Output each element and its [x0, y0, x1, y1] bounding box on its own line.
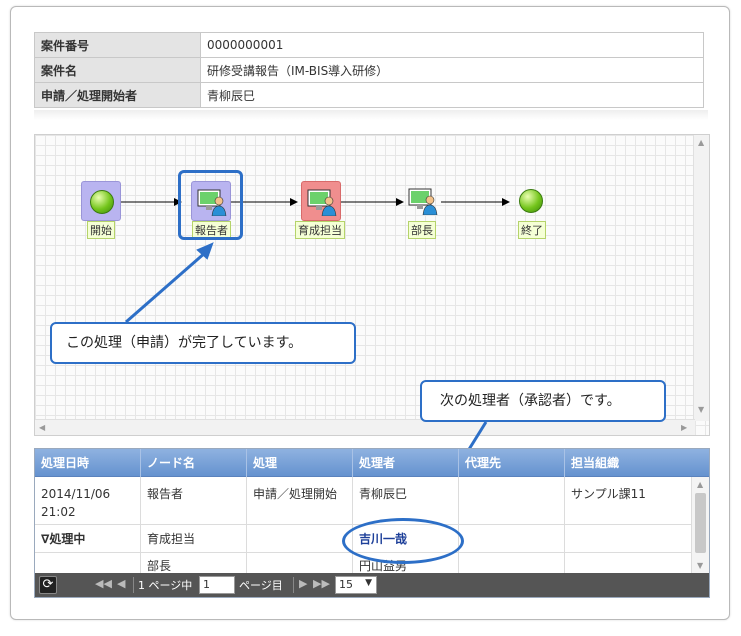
trainer-node-label: 育成担当 — [295, 221, 345, 239]
next-page-icon[interactable]: ▶ — [299, 577, 307, 590]
case-info-row: 案件番号 0000000001 — [34, 32, 704, 58]
cell-proxy — [459, 477, 565, 524]
prev-page-icon[interactable]: ◀ — [117, 577, 125, 590]
chevron-down-icon: ▼ — [365, 578, 372, 588]
cell-org: サンプル課11 — [571, 487, 646, 501]
case-info-row: 案件名 研修受講報告（IM-BIS導入研修） — [34, 57, 704, 83]
end-node-label: 終了 — [518, 221, 546, 239]
last-page-icon[interactable]: ▶▶ — [313, 577, 330, 590]
grid-vertical-scrollbar[interactable]: ▲ ▼ — [691, 477, 709, 573]
flow-vertical-scrollbar[interactable]: ▲ ▼ — [693, 135, 709, 421]
cell-org — [565, 525, 693, 552]
per-page-select[interactable]: 15 ▼ — [335, 576, 377, 594]
start-ball-icon — [90, 190, 114, 214]
pager-separator — [133, 577, 134, 593]
case-info-row: 申請／処理開始者 青柳辰巳 — [34, 82, 704, 108]
cell-action: 申請／処理開始 — [247, 477, 353, 524]
cell-proxy — [459, 525, 565, 552]
page-number-input[interactable]: 1 — [199, 576, 235, 594]
pager-separator — [293, 577, 294, 593]
callout-next: 次の処理者（承認者）です。 — [420, 380, 666, 422]
case-name-value: 研修受講報告（IM-BIS導入研修） — [200, 57, 704, 83]
scroll-down-icon[interactable]: ▼ — [698, 405, 704, 414]
col-node-header[interactable]: ノード名 — [141, 449, 247, 477]
trainer-node[interactable] — [301, 181, 341, 221]
grid-header: 処理日時 ノード名 処理 処理者 代理先 担当組織 — [35, 449, 709, 477]
applicant-label: 申請／処理開始者 — [34, 82, 201, 108]
col-org-header[interactable]: 担当組織 — [565, 449, 709, 477]
user-computer-icon — [408, 188, 438, 215]
flow-connectors — [121, 198, 510, 206]
cell-action — [247, 525, 353, 552]
case-info-table: 案件番号 0000000001 案件名 研修受講報告（IM-BIS導入研修） 申… — [34, 32, 704, 108]
scroll-up-icon[interactable]: ▲ — [698, 138, 704, 147]
divider — [34, 110, 708, 120]
cell-node: 育成担当 — [141, 525, 247, 552]
col-proxy-header[interactable]: 代理先 — [459, 449, 565, 477]
start-node[interactable] — [81, 181, 121, 221]
reporter-highlight — [178, 170, 243, 240]
next-approver-highlight — [342, 518, 464, 564]
case-name-label: 案件名 — [34, 57, 201, 83]
per-page-value: 15 — [339, 578, 353, 591]
col-user-header[interactable]: 処理者 — [353, 449, 459, 477]
page-suffix-label: ページ目 — [239, 579, 283, 592]
scroll-right-icon[interactable]: ▶ — [681, 423, 687, 432]
col-date-header[interactable]: 処理日時 — [35, 449, 141, 477]
end-node[interactable] — [511, 181, 551, 221]
cell-user: 青柳辰巳 — [353, 477, 459, 524]
case-number-value: 0000000001 — [200, 32, 704, 58]
col-action-header[interactable]: 処理 — [247, 449, 353, 477]
cell-date[interactable]: ∇処理中 — [35, 525, 141, 552]
applicant-value: 青柳辰巳 — [200, 82, 704, 108]
scroll-thumb[interactable] — [695, 493, 706, 553]
cell-date: 2014/11/06 21:02 — [35, 477, 141, 524]
start-node-label: 開始 — [87, 221, 115, 239]
case-number-label: 案件番号 — [34, 32, 201, 58]
scroll-left-icon[interactable]: ◀ — [39, 423, 45, 432]
grid-pager: ⟳ ◀◀ ◀ 1 ページ中 1 ページ目 ▶ ▶▶ 15 ▼ — [35, 573, 709, 597]
manager-node[interactable] — [403, 181, 443, 221]
cell-node: 報告者 — [141, 477, 247, 524]
user-computer-icon — [307, 189, 337, 216]
end-ball-icon — [519, 189, 543, 213]
first-page-icon[interactable]: ◀◀ — [95, 577, 112, 590]
refresh-icon[interactable]: ⟳ — [39, 576, 57, 594]
scroll-down-icon[interactable]: ▼ — [697, 561, 703, 570]
callout-done: この処理（申請）が完了しています。 — [50, 322, 356, 364]
page-of-label: 1 ページ中 — [138, 579, 193, 592]
table-row[interactable]: 2014/11/06 21:02 報告者 申請／処理開始 青柳辰巳 サンプル課1… — [35, 477, 693, 525]
manager-node-label: 部長 — [408, 221, 436, 239]
scroll-up-icon[interactable]: ▲ — [697, 480, 703, 489]
